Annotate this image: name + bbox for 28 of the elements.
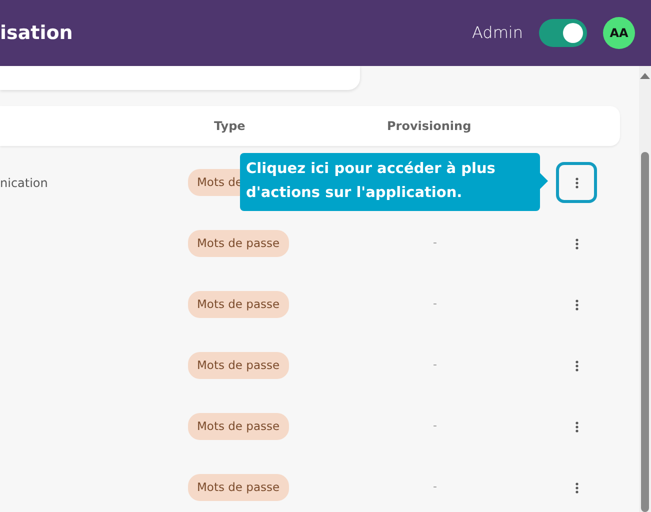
scroll-up-icon[interactable] (640, 72, 650, 80)
type-tag: Mots de passe (188, 352, 289, 380)
provisioning-value: - (433, 358, 437, 372)
provisioning-value: - (433, 236, 437, 250)
kebab-icon (574, 360, 578, 372)
provisioning-value: - (433, 297, 437, 310)
role-label: Admin (472, 22, 523, 44)
type-tag: Mots de passe (188, 290, 289, 318)
provisioning-value: - (433, 419, 437, 432)
scrollbar[interactable] (639, 66, 651, 512)
kebab-icon (574, 482, 578, 494)
type-tag: Mots de passe (188, 230, 289, 258)
kebab-icon (574, 420, 578, 432)
app-name: nication (0, 176, 48, 190)
tooltip: Cliquez ici pour accéder à plus d'actions sur l'application. (240, 153, 540, 211)
user-avatar[interactable]: AA (603, 17, 635, 49)
column-header: Type (214, 119, 246, 133)
type-tag: Mots de passe (188, 412, 289, 440)
tooltip-arrow (539, 172, 548, 190)
kebab-icon (574, 238, 578, 250)
page-title: isation (0, 20, 73, 46)
column-header: Provisioning (387, 118, 472, 135)
kebab-icon (574, 298, 578, 310)
kebab-icon (574, 176, 578, 188)
type-tag: Mots de passe (188, 474, 289, 502)
provisioning-value: - (433, 480, 437, 494)
admin-toggle[interactable] (539, 19, 587, 47)
more-actions-button[interactable] (556, 162, 597, 203)
